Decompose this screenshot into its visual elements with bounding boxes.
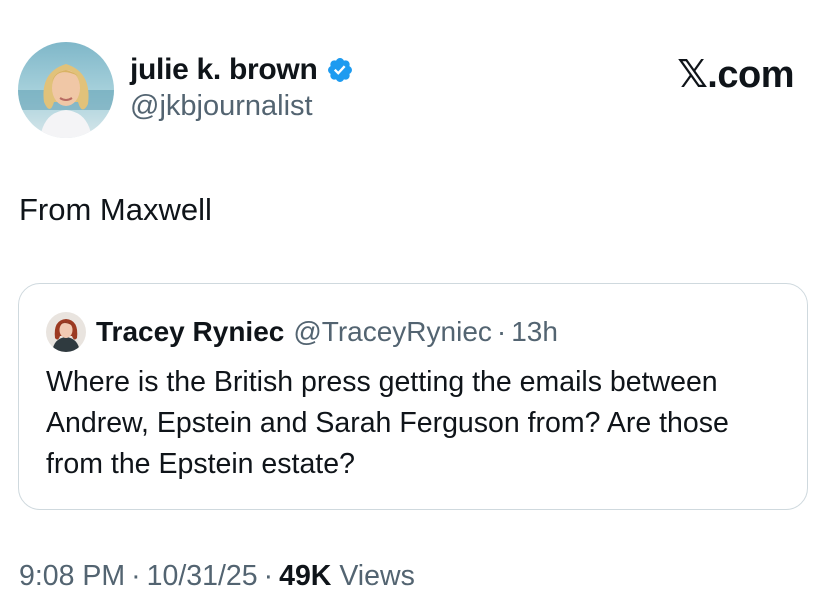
quoted-timestamp[interactable]: 13h (511, 316, 558, 348)
quoted-author-handle[interactable]: @TraceyRyniec (293, 316, 492, 348)
quoted-separator: · (496, 316, 507, 347)
verified-badge-icon (327, 58, 352, 82)
quoted-author-name[interactable]: Tracey Ryniec (96, 316, 284, 348)
tweet-screenshot: julie k. brown @jkbjournalist 𝕏.com From… (0, 0, 828, 616)
views-count: 49K (279, 560, 332, 592)
meta-separator: · (263, 560, 274, 592)
tweet-date[interactable]: 10/31/25 (147, 560, 258, 592)
brand-logo: 𝕏.com (677, 54, 794, 96)
author-avatar-image (18, 42, 114, 138)
quoted-tweet-card[interactable]: Tracey Ryniec @TraceyRyniec · 13h Where … (18, 283, 808, 510)
tweet-meta: 9:08 PM · 10/31/25 · 49K Views (19, 560, 415, 593)
views-label: Views (339, 560, 415, 592)
tweet-text: From Maxwell (19, 192, 212, 227)
author-handle[interactable]: @jkbjournalist (130, 90, 313, 123)
author-avatar[interactable] (18, 42, 114, 138)
quoted-author-avatar[interactable] (46, 312, 86, 352)
quoted-tweet-header: Tracey Ryniec @TraceyRyniec · 13h (46, 312, 558, 352)
meta-separator: · (131, 560, 141, 592)
author-name[interactable]: julie k. brown (130, 53, 318, 87)
quoted-author-avatar-image (46, 312, 86, 352)
tweet-time[interactable]: 9:08 PM (19, 560, 125, 592)
author-name-row: julie k. brown (130, 50, 354, 90)
quoted-tweet-text: Where is the British press getting the e… (46, 366, 729, 480)
